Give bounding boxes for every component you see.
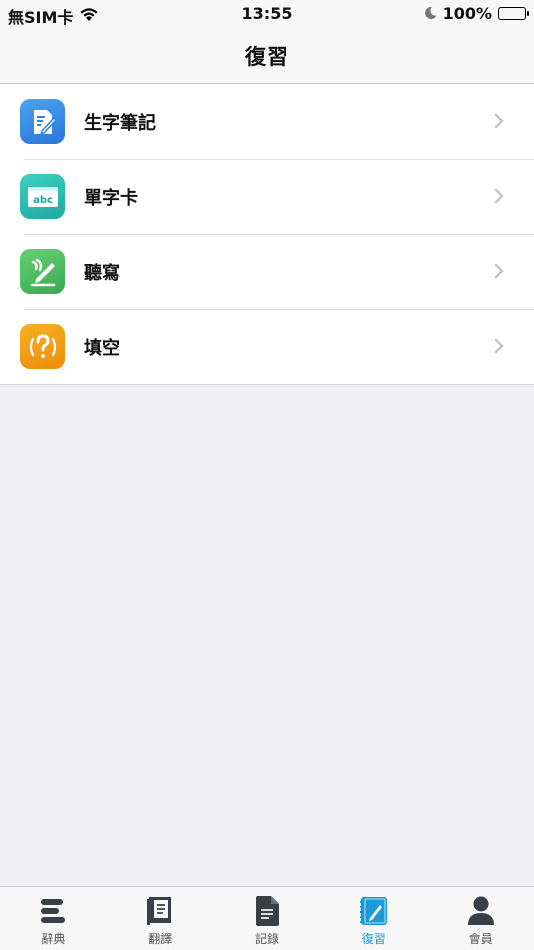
chevron-right-icon [490,262,508,280]
list-item-vocab-notes[interactable]: 生字筆記 [0,84,534,159]
chevron-right-icon [490,112,508,130]
review-screen: 無SIM卡 13:55 100% 復習 生字筆記 abc 單字卡 聽寫 填空 辭… [0,0,534,950]
dictionary-icon [38,895,68,927]
battery-icon [498,7,529,20]
tab-label: 記錄 [254,932,279,946]
navigation-bar: 復習 [0,28,534,84]
tab-label: 翻譯 [148,932,173,946]
moon-icon [424,4,437,23]
tab-label: 復習 [361,932,386,946]
chevron-right-icon [490,337,508,355]
list-item-dictation[interactable]: 聽寫 [0,234,534,309]
tab-bar: 辭典 翻譯 記錄 復習 會員 [0,886,534,950]
list-item-label: 聽寫 [84,262,120,284]
chevron-right-icon [490,187,508,205]
svg-text:abc: abc [33,195,53,206]
tab-label: 辭典 [41,932,66,946]
dictation-icon [20,249,65,294]
list-item-label: 填空 [84,337,120,359]
battery-percent: 100% [442,4,492,23]
page-title: 復習 [245,44,289,69]
question-mark-icon [20,324,65,369]
list-item-label: 生字筆記 [84,112,156,134]
flashcard-icon: abc [20,174,65,219]
tab-dictionary[interactable]: 辭典 [0,887,107,950]
tab-member[interactable]: 會員 [427,887,534,950]
review-pen-icon [359,895,389,927]
notebook-pen-icon [20,99,65,144]
list-item-fill-in-blank[interactable]: 填空 [0,309,534,384]
list-item-label: 單字卡 [84,187,138,209]
list-item-flashcards[interactable]: abc 單字卡 [0,159,534,234]
tab-records[interactable]: 記錄 [214,887,321,950]
tab-translate[interactable]: 翻譯 [107,887,214,950]
review-menu-list: 生字筆記 abc 單字卡 聽寫 填空 [0,84,534,385]
user-icon [466,895,496,927]
tab-review[interactable]: 復習 [320,887,427,950]
status-bar: 無SIM卡 13:55 100% [0,0,534,28]
document-icon [252,895,282,927]
tab-label: 會員 [468,932,493,946]
translate-book-icon [145,895,175,927]
